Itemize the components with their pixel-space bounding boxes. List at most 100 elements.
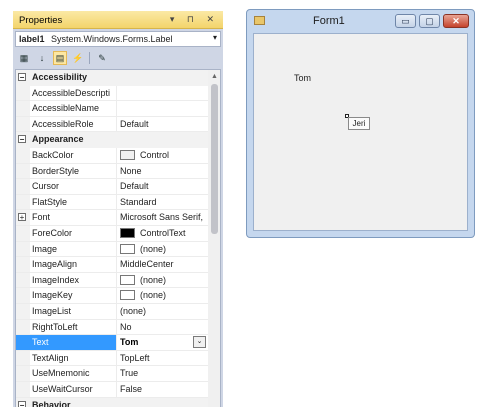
button1-control[interactable]: Jeri xyxy=(348,117,370,130)
vertical-scrollbar[interactable]: ▲ xyxy=(208,70,220,407)
property-row-textalign[interactable]: TextAlign TopLeft xyxy=(16,350,208,367)
property-name: ImageAlign xyxy=(32,259,78,270)
column-divider[interactable] xyxy=(116,272,117,288)
collapse-icon[interactable]: − xyxy=(18,400,26,407)
scroll-up-icon[interactable]: ▲ xyxy=(211,73,218,80)
column-divider[interactable] xyxy=(116,382,117,397)
form-client-area[interactable]: Tom Jeri xyxy=(253,33,468,231)
property-name: FlatStyle xyxy=(32,196,68,207)
object-selector[interactable]: label1 System.Windows.Forms.Label ▾ xyxy=(15,31,221,47)
property-value[interactable]: Control xyxy=(140,150,169,160)
object-name: label1 xyxy=(19,34,45,44)
property-pages-icon[interactable]: ✎ xyxy=(95,51,109,65)
property-row-image[interactable]: Image (none) xyxy=(16,241,208,258)
property-row-righttoleft[interactable]: RightToLeft No xyxy=(16,319,208,336)
form-caption-bar[interactable]: Form1 ▭ ▢ ✕ xyxy=(247,10,474,32)
property-name: ImageKey xyxy=(32,290,73,301)
column-divider[interactable] xyxy=(116,257,117,272)
maximize-button[interactable]: ▢ xyxy=(419,14,440,28)
property-name: UseMnemonic xyxy=(32,368,90,379)
property-row-accessiblerole[interactable]: AccessibleRole Default xyxy=(16,116,208,133)
column-divider[interactable] xyxy=(116,241,117,257)
category-accessibility[interactable]: − Accessibility xyxy=(16,70,208,86)
property-value[interactable]: Default xyxy=(120,119,149,129)
column-divider[interactable] xyxy=(116,194,117,210)
column-divider[interactable] xyxy=(116,163,117,179)
scroll-thumb[interactable] xyxy=(211,84,218,234)
minimize-button[interactable]: ▭ xyxy=(395,14,416,28)
property-name: AccessibleName xyxy=(32,103,100,114)
row-gutter xyxy=(16,366,30,381)
property-row-backcolor[interactable]: BackColor Control xyxy=(16,148,208,164)
property-value[interactable]: ControlText xyxy=(140,228,186,238)
row-gutter xyxy=(16,116,30,132)
property-row-imageindex[interactable]: ImageIndex (none) xyxy=(16,272,208,289)
property-row-text[interactable]: Text Tom ⌄ xyxy=(16,335,208,351)
property-row-accessibledescripti[interactable]: AccessibleDescripti xyxy=(16,85,208,102)
property-row-font[interactable]: + Font Microsoft Sans Serif, xyxy=(16,210,208,226)
property-value[interactable]: Default xyxy=(120,181,149,191)
column-divider[interactable] xyxy=(116,101,117,116)
column-divider[interactable] xyxy=(116,148,117,163)
close-button[interactable]: ✕ xyxy=(443,14,469,28)
property-row-cursor[interactable]: Cursor Default xyxy=(16,179,208,195)
column-divider[interactable] xyxy=(116,304,117,319)
property-row-borderstyle[interactable]: BorderStyle None xyxy=(16,163,208,180)
row-gutter xyxy=(16,163,30,179)
property-row-usemnemonic[interactable]: UseMnemonic True xyxy=(16,366,208,382)
category-label: Appearance xyxy=(32,134,84,145)
category-label: Behavior xyxy=(32,399,71,407)
property-name: ForeColor xyxy=(32,228,73,238)
category-appearance[interactable]: − Appearance xyxy=(16,132,208,148)
column-divider[interactable] xyxy=(116,319,117,335)
property-value[interactable]: (none) xyxy=(140,275,166,285)
chevron-down-icon[interactable]: ⌄ xyxy=(193,336,206,349)
property-name: ImageList xyxy=(32,306,72,316)
collapse-icon[interactable]: − xyxy=(18,135,26,144)
property-value[interactable]: Standard xyxy=(120,197,157,207)
property-row-accessiblename[interactable]: AccessibleName xyxy=(16,101,208,117)
property-row-imagekey[interactable]: ImageKey (none) xyxy=(16,288,208,304)
property-name: Font xyxy=(32,212,51,223)
column-divider[interactable] xyxy=(116,85,117,101)
column-divider[interactable] xyxy=(116,226,117,241)
property-row-imagelist[interactable]: ImageList (none) xyxy=(16,304,208,320)
properties-icon[interactable]: ▤ xyxy=(53,51,67,65)
chevron-down-icon[interactable]: ▾ xyxy=(213,33,217,42)
column-divider[interactable] xyxy=(116,366,117,381)
column-divider[interactable] xyxy=(116,210,117,225)
column-divider[interactable] xyxy=(116,350,117,366)
row-gutter xyxy=(16,335,30,350)
property-value[interactable]: True xyxy=(120,368,138,378)
property-value[interactable]: (none) xyxy=(140,244,166,254)
alphabetical-icon[interactable]: ↓ xyxy=(35,51,49,65)
property-value[interactable]: TopLeft xyxy=(120,353,150,363)
property-name: Cursor xyxy=(32,181,60,192)
property-value[interactable]: Tom xyxy=(120,337,138,347)
property-value[interactable]: (none) xyxy=(120,306,146,316)
category-behavior[interactable]: − Behavior xyxy=(16,397,208,407)
property-value[interactable]: MiddleCenter xyxy=(120,259,174,269)
column-divider[interactable] xyxy=(116,179,117,194)
property-value[interactable]: None xyxy=(120,166,142,176)
collapse-icon[interactable]: − xyxy=(18,73,26,82)
window-position-buttons[interactable]: ▾ ⊓ ✕ xyxy=(170,14,219,25)
property-value[interactable]: (none) xyxy=(140,290,166,300)
row-gutter xyxy=(16,241,30,257)
property-value[interactable]: No xyxy=(120,322,132,332)
object-type: System.Windows.Forms.Label xyxy=(51,34,173,44)
property-row-forecolor[interactable]: ForeColor ControlText xyxy=(16,226,208,242)
label1-control[interactable]: Tom xyxy=(294,73,311,83)
property-row-usewaitcursor[interactable]: UseWaitCursor False xyxy=(16,382,208,398)
property-row-imagealign[interactable]: ImageAlign MiddleCenter xyxy=(16,257,208,273)
events-icon[interactable]: ⚡ xyxy=(71,51,85,65)
column-divider[interactable] xyxy=(116,116,117,132)
property-value[interactable]: False xyxy=(120,384,142,394)
column-divider[interactable] xyxy=(116,288,117,303)
categorized-icon[interactable]: ▦ xyxy=(17,51,31,65)
properties-titlebar[interactable]: Properties ▾ ⊓ ✕ xyxy=(13,11,223,29)
property-row-flatstyle[interactable]: FlatStyle Standard xyxy=(16,194,208,211)
expand-icon[interactable]: + xyxy=(18,213,26,222)
row-gutter xyxy=(16,382,30,397)
property-value[interactable]: Microsoft Sans Serif, xyxy=(120,212,203,222)
